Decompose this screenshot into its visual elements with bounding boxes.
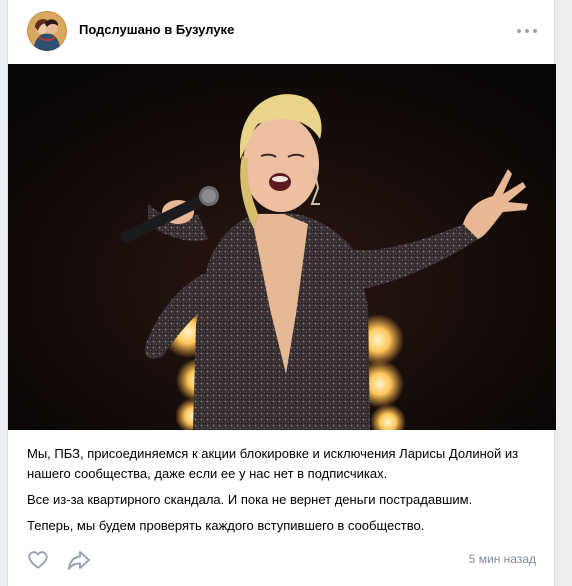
post-paragraph: Теперь, мы будем проверять каждого вступ… xyxy=(27,518,425,533)
post-header: Подслушано в Бузулуке xyxy=(8,0,554,64)
singer-photo xyxy=(8,64,556,430)
more-horizontal-icon-dot xyxy=(525,29,529,33)
group-avatar[interactable] xyxy=(27,11,67,51)
avatar-image xyxy=(27,11,67,51)
more-options-button[interactable] xyxy=(515,22,539,40)
heart-icon xyxy=(28,551,48,569)
share-button[interactable] xyxy=(67,549,91,571)
post-paragraph: Мы, ПБЗ, присоединяемся к акции блокиров… xyxy=(27,446,519,481)
post-paragraph: Все из-за квартирного скандала. И пока н… xyxy=(27,492,473,507)
post-timestamp[interactable]: 5 мин назад xyxy=(469,552,536,566)
post-text: Мы, ПБЗ, присоединяемся к акции блокиров… xyxy=(27,444,542,542)
post-footer: 5 мин назад xyxy=(8,545,554,575)
like-button[interactable] xyxy=(27,549,49,571)
share-arrow-icon xyxy=(68,551,90,570)
group-name[interactable]: Подслушано в Бузулуке xyxy=(79,22,234,37)
post-photo[interactable] xyxy=(8,64,556,430)
more-horizontal-icon xyxy=(517,29,521,33)
post-card: Подслушано в Бузулуке Мы, ПБЗ, присоедин… xyxy=(7,0,556,586)
more-horizontal-icon-dot xyxy=(533,29,537,33)
